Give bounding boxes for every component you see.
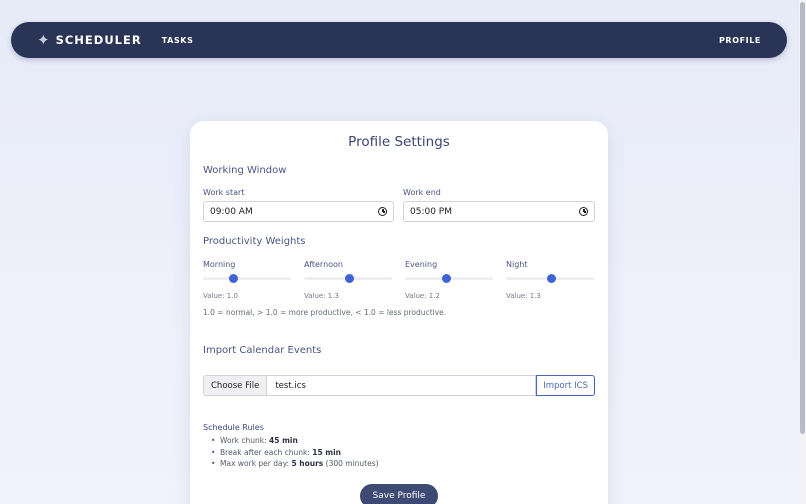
file-upload-row: Choose File test.ics Import ICS xyxy=(203,375,595,396)
sparkle-icon: ✦ xyxy=(37,30,50,49)
page-scrollbar[interactable] xyxy=(799,0,806,504)
list-item: Break after each chunk: 15 min xyxy=(211,447,379,459)
work-start-input[interactable]: 09:00 AM xyxy=(203,201,394,222)
brand[interactable]: ✦ Scheduler xyxy=(37,30,142,49)
slider-value-evening: Value: 1.2 xyxy=(405,292,440,300)
slider-label-night: Night xyxy=(506,260,528,269)
work-start-label: Work start xyxy=(203,188,245,197)
brand-name: Scheduler xyxy=(55,33,142,47)
slider-value-night: Value: 1.3 xyxy=(506,292,541,300)
nav-link-profile[interactable]: Profile xyxy=(719,36,761,45)
list-item: Work chunk: 45 min xyxy=(211,435,379,447)
slider-evening[interactable] xyxy=(405,274,493,283)
import-calendar-heading: Import Calendar Events xyxy=(203,345,322,356)
import-ics-button[interactable]: Import ICS xyxy=(536,375,595,396)
file-name-display: test.ics xyxy=(267,375,537,396)
work-end-value: 05:00 PM xyxy=(410,206,452,217)
choose-file-button[interactable]: Choose File xyxy=(203,375,268,396)
work-start-value: 09:00 AM xyxy=(210,206,253,217)
slider-label-morning: Morning xyxy=(203,260,236,269)
working-window-heading: Working Window xyxy=(203,165,287,176)
clock-icon[interactable] xyxy=(378,207,387,216)
list-item: Max work per day: 5 hours (300 minutes) xyxy=(211,458,379,470)
slider-thumb[interactable] xyxy=(345,274,355,283)
work-end-label: Work end xyxy=(403,188,441,197)
slider-value-morning: Value: 1.0 xyxy=(203,292,238,300)
page-title: Profile Settings xyxy=(348,134,450,150)
clock-icon[interactable] xyxy=(579,207,588,216)
slider-label-evening: Evening xyxy=(405,260,438,269)
slider-morning[interactable] xyxy=(203,274,291,283)
profile-settings-card: Profile Settings Working Window Work sta… xyxy=(190,121,608,504)
productivity-hint: 1.0 = normal, > 1.0 = more productive, <… xyxy=(203,308,447,317)
schedule-rules-list: Work chunk: 45 min Break after each chun… xyxy=(211,435,379,470)
slider-night[interactable] xyxy=(506,274,594,283)
nav-link-tasks[interactable]: Tasks xyxy=(162,36,194,45)
schedule-rules-title: Schedule Rules xyxy=(203,423,264,432)
work-end-input[interactable]: 05:00 PM xyxy=(403,201,595,222)
slider-afternoon[interactable] xyxy=(304,274,392,283)
top-navbar: ✦ Scheduler Tasks Profile xyxy=(11,22,787,58)
slider-value-afternoon: Value: 1.3 xyxy=(304,292,339,300)
slider-thumb[interactable] xyxy=(229,274,239,283)
scrollbar-thumb[interactable] xyxy=(800,2,805,434)
productivity-weights-heading: Productivity Weights xyxy=(203,236,306,247)
save-profile-button[interactable]: Save Profile xyxy=(360,484,438,504)
slider-thumb[interactable] xyxy=(547,274,557,283)
slider-label-afternoon: Afternoon xyxy=(304,260,343,269)
slider-thumb[interactable] xyxy=(441,274,451,283)
